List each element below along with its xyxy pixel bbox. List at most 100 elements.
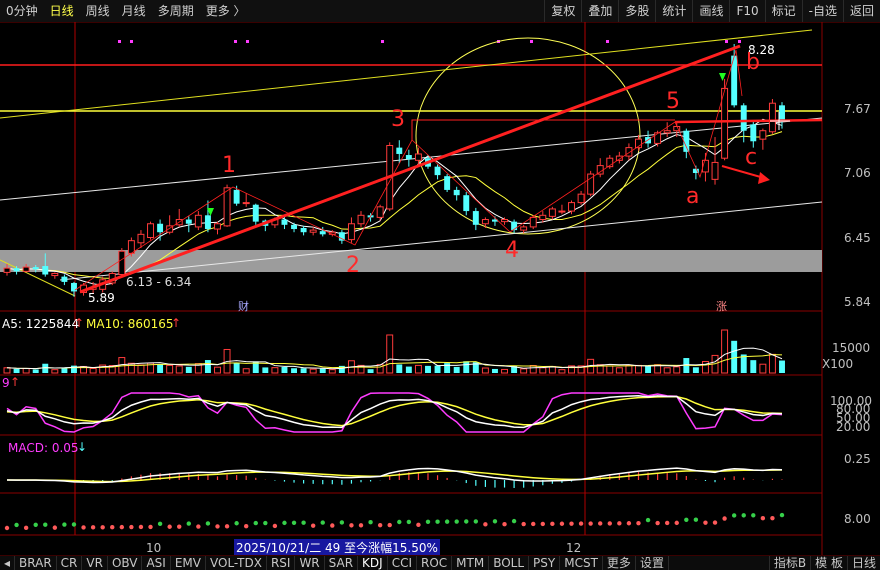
wave-label-2: 2 [346, 253, 360, 278]
daily-period-button[interactable]: 日线 [846, 556, 880, 570]
arrow-down-icon: ↓ [77, 440, 88, 454]
signal-dot [118, 40, 121, 43]
indicator-dot [607, 521, 612, 526]
stock-chart-window: 0分钟 日线 周线 月线 多周期 更多 〉 复权 叠加 多股 统计 画线 F10… [0, 0, 880, 570]
indicator-dot [129, 524, 134, 530]
wave-label-a: a [686, 184, 700, 209]
indicator-b-button[interactable]: 指标B [768, 556, 810, 570]
indicator-tab[interactable]: BRAR [15, 556, 57, 570]
indicator-tab[interactable]: SAR [325, 556, 359, 570]
indicator-tab[interactable]: PSY [529, 556, 561, 570]
indicator-dot [569, 521, 574, 526]
volume-bar [645, 365, 652, 373]
candle-body-down [405, 155, 412, 160]
indicator-tab[interactable]: MTM [452, 556, 490, 570]
candle-body-down [683, 130, 690, 152]
candle-body-up [558, 210, 566, 213]
indicator-dot [664, 520, 670, 526]
candle-body-down [233, 189, 240, 204]
volume-unit: X100 [822, 357, 854, 371]
candle-body-down [396, 147, 403, 154]
indicator-tab[interactable]: RSI [267, 556, 296, 570]
volume-bar [453, 366, 460, 373]
candle-body-up [663, 130, 671, 134]
indicator-dot [234, 521, 239, 526]
indicator-dot [148, 524, 153, 530]
indicator-settings-tab[interactable]: 设置 [636, 556, 669, 570]
indicator-dot [674, 520, 679, 526]
indicator-dot [626, 521, 632, 526]
candle-body-down [185, 219, 192, 224]
indicator-tab[interactable]: VR [82, 556, 108, 570]
candle-body-down [453, 189, 460, 196]
indicator-tab[interactable]: ASI [142, 556, 171, 570]
candle-body-up [768, 102, 776, 133]
volume-bar [414, 364, 422, 374]
indicator-dot [703, 520, 708, 525]
indicator-dot [263, 520, 268, 526]
candle-body-up [309, 229, 317, 233]
channel-line-upper [0, 29, 813, 119]
volume-bar [242, 368, 250, 374]
indicator-dot [157, 521, 163, 527]
candle-body-down [300, 227, 307, 233]
price-tick: 7.06 [844, 166, 871, 180]
volume-bar [61, 367, 68, 373]
indicator-dot [215, 524, 220, 529]
volume-bar [701, 360, 709, 374]
financial-report-marker[interactable]: 财 [238, 298, 249, 314]
volume-bar [434, 365, 441, 373]
cursor-date-info: 2025/10/21/二 49 至今涨幅15.50% [234, 539, 440, 556]
c-arrow-line [721, 165, 765, 179]
indicator-dot [464, 519, 469, 524]
candle-body-up [759, 130, 767, 140]
template-button[interactable]: 模 板 [810, 556, 847, 570]
volume-bar [309, 368, 317, 374]
indicator-tab[interactable]: CR [57, 556, 83, 570]
candle-body-up [118, 250, 126, 276]
x-axis-label: 10 [146, 541, 162, 555]
signal-dot [246, 40, 249, 43]
indicator-dot [110, 524, 115, 530]
volume-bar [558, 369, 566, 374]
indicator-tab[interactable]: EMV [171, 556, 206, 570]
indicator-more-tab[interactable]: 更多 [603, 556, 636, 570]
volume-bar [157, 364, 164, 373]
indicator-dot [655, 520, 660, 526]
candle-body-up [3, 267, 11, 273]
indicator-dot [90, 525, 96, 530]
candle-body-up [625, 147, 633, 157]
indicator-dot [741, 513, 746, 518]
candle-body-down [740, 105, 747, 131]
indicator-tab[interactable]: VOL-TDX [206, 556, 267, 570]
volume-bar [166, 364, 174, 374]
limit-up-marker[interactable]: 涨 [716, 298, 727, 314]
volume-bar [319, 368, 326, 373]
candle-body-down [472, 211, 479, 225]
signal-dot [381, 40, 384, 43]
indicator-dot [722, 516, 727, 521]
volume-bar [51, 369, 59, 374]
indicator-dot [119, 524, 125, 530]
indicator-dot [578, 521, 584, 526]
candle-body-down [779, 105, 785, 122]
candle-body-up [137, 233, 145, 244]
arrow-up-icon: ↑ [171, 316, 182, 330]
indicator-tab[interactable]: CCI [388, 556, 417, 570]
volume-bar [262, 367, 269, 373]
indicator-tab[interactable]: OBV [108, 556, 143, 570]
neckline [674, 118, 823, 124]
indicator-tab[interactable]: MCST [560, 556, 603, 570]
indicator-dot [511, 518, 517, 524]
indicator-tab[interactable]: BOLL [489, 556, 530, 570]
indicator-dot [349, 523, 354, 528]
price-tick: 7.67 [844, 102, 871, 116]
volume-bar [175, 365, 183, 374]
indicator-tab[interactable]: ROC [417, 556, 453, 570]
indicator-dot [253, 520, 258, 526]
indicator-dot [473, 519, 479, 524]
indicator-tab[interactable]: KDJ [358, 556, 388, 570]
kdj-j-line [6, 392, 783, 433]
indicator-tab[interactable]: WR [295, 556, 325, 570]
prev-arrow-icon[interactable]: ◂ [0, 556, 16, 570]
